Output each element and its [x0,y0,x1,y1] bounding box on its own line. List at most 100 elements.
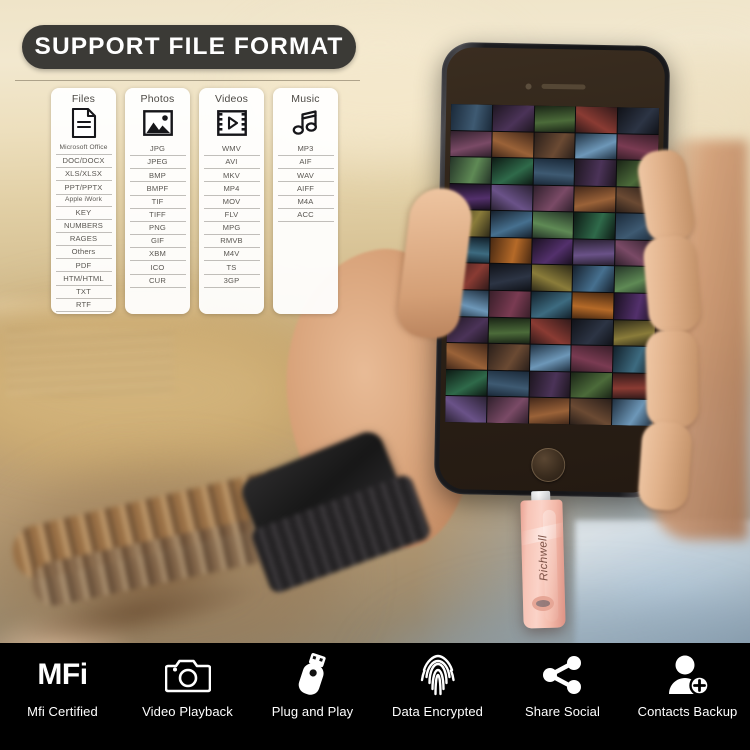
format-item: XLS/XLSX [55,168,112,182]
photo-thumbnail[interactable] [533,132,576,159]
photo-thumbnail[interactable] [534,105,576,132]
photo-thumbnail[interactable] [575,133,617,160]
photo-thumbnail[interactable] [491,157,533,185]
fingerprint-icon [418,652,458,698]
photo-thumbnail[interactable] [491,131,534,158]
format-list: WMV AVI MKV MP4 MOV FLV MPG RMVB M4V TS 3GP [203,143,260,288]
photo-thumbnail[interactable] [532,211,574,239]
photo-gallery-grid[interactable] [445,104,660,426]
photo-thumbnail[interactable] [574,212,616,240]
page-title: SUPPORT FILE FORMAT [34,33,344,60]
format-item: ACC [277,209,334,222]
format-list: JPG JPEG BMP BMPF TIF TIFF PNG GIF XBM ICO CUR [129,143,186,288]
photo-thumbnail[interactable] [445,396,487,423]
photo-thumbnail[interactable] [571,319,614,346]
format-item: BMPF [129,182,186,196]
format-item: 3GP [203,275,260,288]
feature-label: Video Playback [142,704,233,719]
feature-bar: MFi Mfi Certified Video Playback Plug and P… [0,643,750,750]
format-item: CUR [129,275,186,288]
photo-thumbnail[interactable] [487,344,530,371]
photo-thumbnail[interactable] [572,292,614,319]
photo-thumbnail[interactable] [450,104,492,131]
photo-thumbnail[interactable] [529,371,571,398]
format-list: Microsoft Office DOC/DOCX XLS/XLSX PPT/PPTX… [55,143,112,312]
photo-thumbnail[interactable] [533,158,575,186]
photo-thumbnail[interactable] [487,370,529,397]
format-item: AIFF [277,182,334,196]
photo-thumbnail[interactable] [450,130,492,157]
feature-label: Data Encrypted [391,704,483,719]
photo-thumbnail[interactable] [489,237,532,265]
format-item: PPT/PPTX [55,181,112,195]
photo-thumbnail[interactable] [490,184,533,211]
usb-flash-drive: Richwell [520,490,566,629]
photo-thumbnail[interactable] [449,157,491,184]
photo-thumbnail[interactable] [573,239,615,266]
format-item: GIF [129,235,186,249]
format-item: XBM [129,248,186,262]
format-list: MP3 AIF WAV AIFF M4A ACC [277,143,334,222]
format-item: HTM/HTML [55,272,112,286]
photo-thumbnail[interactable] [532,185,575,212]
feature-item-mfi-certified: MFi Mfi Certified [0,643,125,750]
usb-drive-icon [293,652,333,698]
photo-thumbnail[interactable] [488,317,530,344]
photo-thumbnail[interactable] [490,211,532,238]
format-item: NUMBERS [55,220,112,233]
format-item: MP3 [277,143,334,157]
format-card-title: Files [71,93,96,105]
photo-thumbnail[interactable] [486,397,529,424]
format-item: MPG [203,222,260,236]
format-item: Others [55,246,112,260]
photo-thumbnail[interactable] [530,291,572,319]
car-air-vent [6,330,174,396]
format-item: FLV [203,209,260,222]
photo-thumbnail[interactable] [574,186,616,213]
photo-thumbnail[interactable] [445,369,487,397]
format-item: AVI [203,156,260,170]
photo-thumbnail[interactable] [531,238,573,265]
ring-finger [645,329,699,429]
format-card-list: Files Microsoft Office DOC/DOCX XLS/XLSX PPT… [51,88,351,314]
music-note-icon [291,108,321,138]
photo-thumbnail[interactable] [571,345,613,372]
feature-item-video-playback: Video Playback [125,643,250,750]
format-item: TS [203,261,260,275]
contacts-add-icon [666,652,710,698]
photo-thumbnail[interactable] [531,265,573,292]
photo-thumbnail[interactable] [446,343,488,370]
banner-divider [15,80,360,81]
photo-thumbnail[interactable] [617,107,660,134]
feature-item-contacts-backup: Contacts Backup [625,643,750,750]
little-finger [636,420,694,512]
photo-thumbnail[interactable] [529,344,571,372]
photo-thumbnail[interactable] [488,290,531,318]
format-card-photos: Photos JPG JPEG BMP BMPF TIF TIFF PNG GIF XBM ICO C… [125,88,190,314]
feature-label: Share Social [525,704,600,719]
photo-thumbnail[interactable] [575,159,617,186]
photo-thumbnail[interactable] [528,397,570,425]
feature-item-data-encrypted: Data Encrypted [375,643,500,750]
photo-thumbnail[interactable] [492,104,534,132]
section-banner: SUPPORT FILE FORMAT [22,25,356,69]
photo-thumbnail[interactable] [572,265,615,293]
film-play-icon [216,108,247,138]
photo-thumbnail[interactable] [570,372,613,399]
feature-label: Mfi Certified [27,704,98,719]
photo-thumbnail[interactable] [530,318,572,345]
photo-thumbnail[interactable] [570,398,612,426]
format-item: AIF [277,156,334,170]
image-icon [142,108,173,138]
format-item: Apple iWork [55,195,112,207]
format-item: RAGES [55,233,112,247]
format-card-title: Music [291,93,320,105]
front-camera-icon [525,83,532,90]
format-item: Microsoft Office [55,143,112,156]
document-icon [69,108,99,138]
format-item: MKV [203,169,260,183]
phone-screen[interactable] [445,104,660,426]
photo-thumbnail[interactable] [489,264,531,291]
camera-icon [164,652,211,698]
photo-thumbnail[interactable] [576,106,618,133]
